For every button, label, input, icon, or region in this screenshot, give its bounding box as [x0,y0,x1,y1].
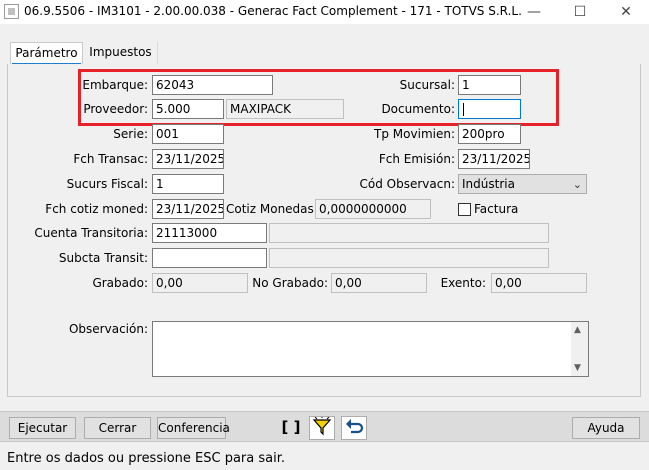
no-grabado-field: 0,00 [331,273,427,293]
funnel-icon[interactable] [309,416,335,440]
funnel-icon-graphic [312,416,332,436]
app-icon [4,4,19,19]
cuenta-transitoria-description [269,223,549,243]
factura-checkbox[interactable] [458,203,471,216]
title-bar: 06.9.5506 - IM3101 - 2.00.00.038 - Gener… [0,0,649,24]
subcta-transit-description [269,248,549,268]
tp-movimien-field[interactable]: 200pro [458,124,521,144]
cod-observacn-select[interactable]: Indústria ⌄ [458,174,587,194]
exento-field: 0,00 [491,273,587,293]
button-toolbar: Ejecutar Cerrar Conferencia [ ] Ayuda [0,411,649,442]
cuenta-transitoria-label: Cuenta Transitoria: [34,226,148,240]
factura-label: Factura [474,202,519,216]
undo-icon-graphic [346,419,364,434]
scroll-up-icon[interactable]: ▲ [574,325,581,335]
undo-icon[interactable] [341,416,367,440]
fch-cotiz-moned-field[interactable]: 23/11/2025 [152,199,224,219]
cuenta-transitoria-field[interactable]: 21113000 [152,223,267,243]
cotiz-monedas-field: 0,0000000000 [315,199,431,219]
tab-parametro[interactable]: Parámetro [10,42,83,65]
scroll-down-icon[interactable]: ▼ [574,363,581,373]
cod-observacn-label: Cód Observacn: [359,177,455,191]
grabado-label: Grabado: [92,276,148,290]
maximize-button[interactable]: ☐ [557,0,603,24]
subcta-transit-label: Subcta Transit: [58,251,148,265]
fch-cotiz-moned-label: Fch cotiz moned: [45,202,148,216]
conferencia-button[interactable]: Conferencia [157,417,230,439]
chevron-down-icon: ⌄ [572,178,582,191]
observacion-scrollbar[interactable]: ▲ ▼ [571,322,588,376]
brackets-icon[interactable]: [ ] [278,416,304,440]
serie-field[interactable]: 001 [152,124,224,144]
ejecutar-button[interactable]: Ejecutar [9,417,76,439]
exento-label: Exento: [440,276,486,290]
observacion-label: Observación: [68,322,148,336]
fch-emision-field[interactable]: 23/11/2025 [458,149,530,169]
close-button[interactable]: ✕ [603,0,649,24]
window-title: 06.9.5506 - IM3101 - 2.00.00.038 - Gener… [24,4,522,18]
cerrar-button[interactable]: Cerrar [84,417,151,439]
cotiz-monedas-label: Cotiz Monedas: [226,202,318,216]
tab-impuestos[interactable]: Impuestos [84,42,158,64]
sucurs-fiscal-field[interactable]: 1 [152,174,224,194]
minimize-button[interactable]: — [511,0,557,24]
cod-observacn-value: Indústria [462,177,515,191]
observacion-textarea[interactable]: ▲ ▼ [152,321,589,377]
fch-transac-label: Fch Transac: [73,152,148,166]
grabado-field: 0,00 [152,273,248,293]
serie-label: Serie: [113,127,148,141]
highlight-box [78,69,559,126]
status-bar: Entre os dados ou pressione ESC para sai… [0,441,649,470]
no-grabado-label: No Grabado: [252,276,328,290]
fch-emision-label: Fch Emisión: [378,152,455,166]
tp-movimien-label: Tp Movimien: [374,127,455,141]
ayuda-button[interactable]: Ayuda [572,417,640,439]
status-message: Entre os dados ou pressione ESC para sai… [7,451,286,466]
fch-transac-field[interactable]: 23/11/2025 [152,149,224,169]
subcta-transit-field[interactable] [152,248,267,268]
sucurs-fiscal-label: Sucurs Fiscal: [66,177,148,191]
